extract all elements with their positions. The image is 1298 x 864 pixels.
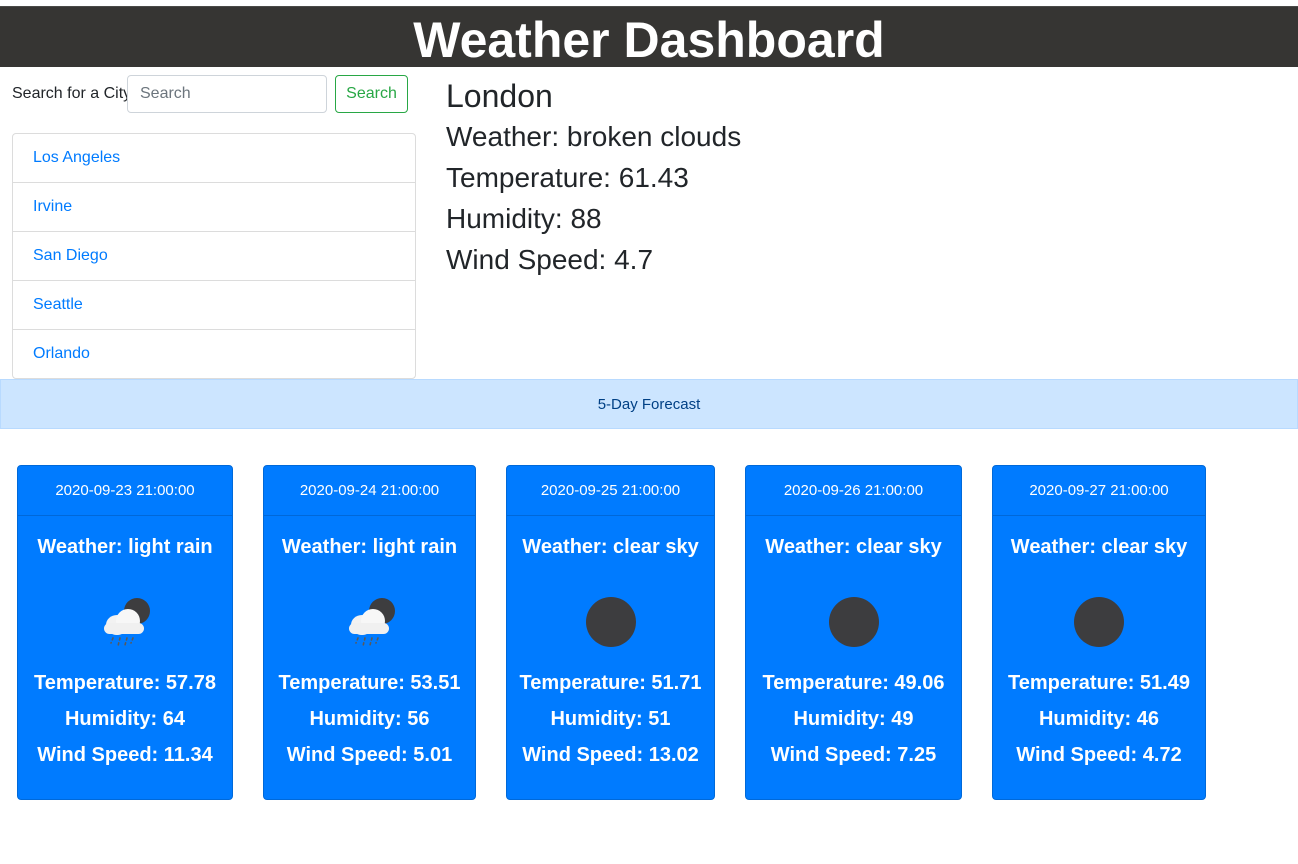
rain-cloud-icon (95, 594, 155, 654)
forecast-humidity: Humidity: 64 (64, 708, 186, 730)
forecast-wind-speed: Wind Speed: 5.01 (286, 744, 453, 766)
page-title: Weather Dashboard (413, 12, 885, 68)
forecast-date: 2020-09-24 21:00:00 (264, 466, 475, 516)
clear-sky-icon (1069, 594, 1129, 654)
city-item-san-diego[interactable]: San Diego (13, 232, 415, 281)
forecast-humidity: Humidity: 49 (793, 708, 914, 730)
forecast-weather: Weather: light rain (37, 536, 213, 558)
search-history-list: Los Angeles Irvine San Diego Seattle Orl… (12, 133, 416, 379)
app-header: Weather Dashboard (0, 6, 1298, 67)
forecast-temperature: Temperature: 53.51 (278, 672, 461, 694)
rain-cloud-icon (340, 594, 400, 654)
forecast-wind-speed: Wind Speed: 7.25 (770, 744, 937, 766)
forecast-wind-speed: Wind Speed: 11.34 (37, 744, 213, 766)
forecast-wind-speed: Wind Speed: 4.72 (1016, 744, 1182, 766)
city-item-los-angeles[interactable]: Los Angeles (13, 134, 415, 183)
forecast-weather: Weather: clear sky (522, 536, 699, 558)
forecast-temperature: Temperature: 51.49 (1008, 672, 1190, 694)
forecast-card: 2020-09-23 21:00:00 Weather: light rain … (17, 465, 233, 800)
forecast-card: 2020-09-27 21:00:00 Weather: clear sky T… (992, 465, 1206, 800)
forecast-temperature: Temperature: 51.71 (519, 672, 702, 694)
forecast-temperature: Temperature: 57.78 (34, 672, 216, 694)
forecast-humidity: Humidity: 56 (309, 708, 430, 730)
forecast-card: 2020-09-25 21:00:00 Weather: clear sky T… (506, 465, 715, 800)
forecast-weather: Weather: light rain (281, 536, 458, 558)
search-label: Search for a City (12, 85, 132, 102)
forecast-date: 2020-09-25 21:00:00 (507, 466, 714, 516)
forecast-heading: 5-Day Forecast (0, 379, 1298, 429)
forecast-humidity: Humidity: 46 (1038, 708, 1160, 730)
clear-sky-icon (581, 594, 641, 654)
forecast-date: 2020-09-23 21:00:00 (18, 466, 232, 516)
forecast-humidity: Humidity: 51 (550, 708, 671, 730)
forecast-weather: Weather: clear sky (1010, 536, 1188, 558)
current-weather: London Weather: broken clouds Temperatur… (446, 76, 741, 280)
current-wind-speed: Wind Speed: 4.7 (446, 244, 654, 275)
city-item-seattle[interactable]: Seattle (13, 281, 415, 330)
clear-sky-icon (824, 594, 884, 654)
current-weather-description: Weather: broken clouds (446, 121, 742, 152)
current-humidity: Humidity: 88 (446, 203, 602, 234)
forecast-wind-speed: Wind Speed: 13.02 (522, 744, 699, 766)
city-item-irvine[interactable]: Irvine (13, 183, 415, 232)
forecast-card: 2020-09-24 21:00:00 Weather: light rain … (263, 465, 476, 800)
city-item-orlando[interactable]: Orlando (13, 330, 415, 378)
forecast-date: 2020-09-27 21:00:00 (993, 466, 1205, 516)
current-city-name: London (446, 78, 553, 114)
search-button[interactable]: Search (335, 75, 408, 113)
forecast-temperature: Temperature: 49.06 (762, 672, 945, 694)
forecast-card: 2020-09-26 21:00:00 Weather: clear sky T… (745, 465, 962, 800)
forecast-weather: Weather: clear sky (765, 536, 942, 558)
forecast-date: 2020-09-26 21:00:00 (746, 466, 961, 516)
search-input[interactable] (127, 75, 327, 113)
search-bar: Search for a City Search (12, 75, 408, 113)
current-temperature: Temperature: 61.43 (446, 162, 689, 193)
